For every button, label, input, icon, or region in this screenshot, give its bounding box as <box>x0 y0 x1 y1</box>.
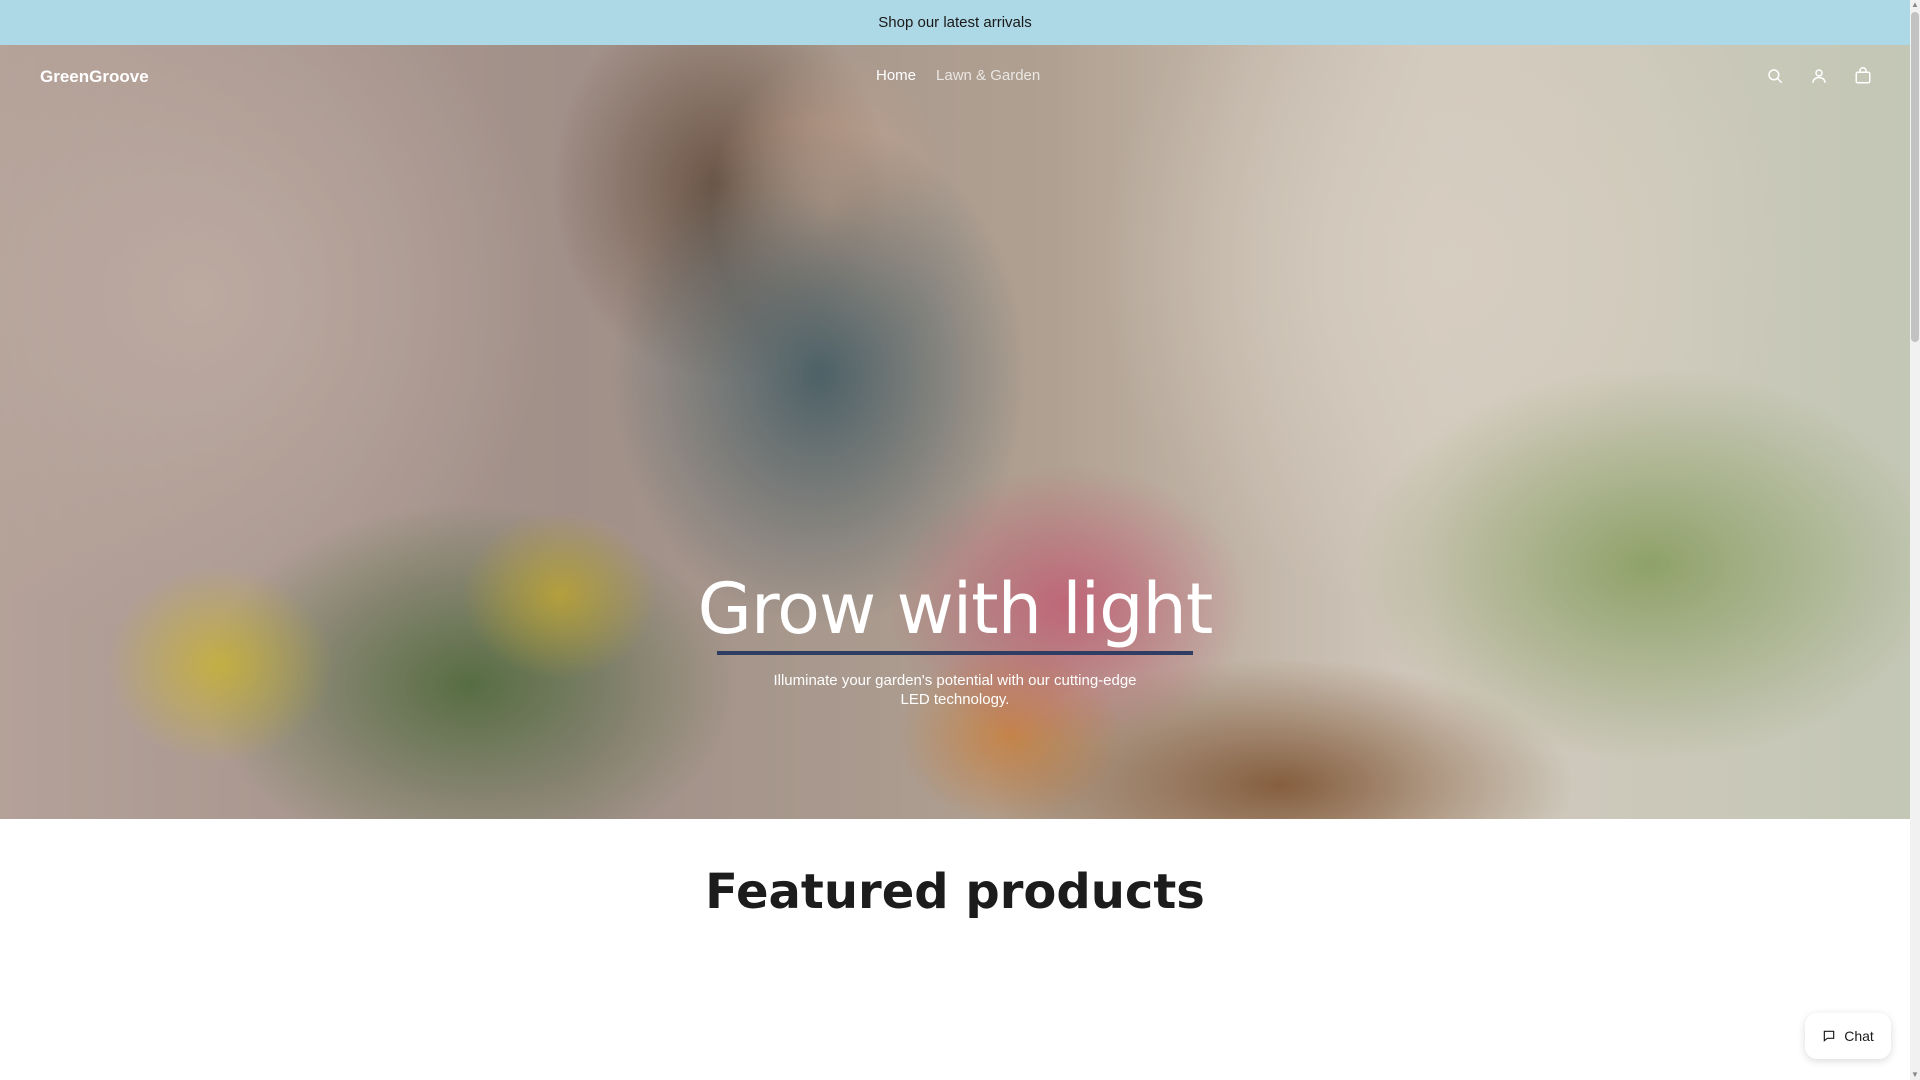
announcement-bar[interactable]: Shop our latest arrivals <box>0 0 1910 45</box>
main-nav: Home Lawn & Garden <box>876 67 1040 84</box>
hero-subtitle: Illuminate your garden's potential with … <box>773 672 1137 708</box>
scroll-up-icon[interactable]: ▲ <box>1911 1 1919 9</box>
hero-title: Grow with light <box>697 568 1214 650</box>
account-icon[interactable] <box>1808 65 1830 87</box>
scrollbar-thumb[interactable] <box>1911 12 1919 342</box>
scroll-down-icon[interactable]: ▼ <box>1911 1071 1919 1079</box>
featured-products-title: Featured products <box>705 864 1205 920</box>
search-icon[interactable] <box>1764 65 1786 87</box>
site-logo[interactable]: GreenGroove <box>40 67 149 87</box>
chat-button[interactable]: Chat <box>1805 1013 1891 1059</box>
announcement-text[interactable]: Shop our latest arrivals <box>878 14 1031 31</box>
hero-title-underline <box>717 651 1193 655</box>
header-icons <box>1764 65 1874 87</box>
page-scrollbar[interactable]: ▲ ▼ <box>1910 0 1920 1080</box>
nav-item-lawn-garden[interactable]: Lawn & Garden <box>936 67 1040 84</box>
hero-content: Grow with light Illuminate your garden's… <box>0 567 1910 709</box>
site-header: GreenGroove Home Lawn & Garden <box>0 45 1910 111</box>
chat-bubble-icon <box>1823 1030 1835 1042</box>
nav-item-home[interactable]: Home <box>876 67 916 84</box>
cart-icon[interactable] <box>1852 65 1874 87</box>
chat-label: Chat <box>1844 1028 1874 1044</box>
